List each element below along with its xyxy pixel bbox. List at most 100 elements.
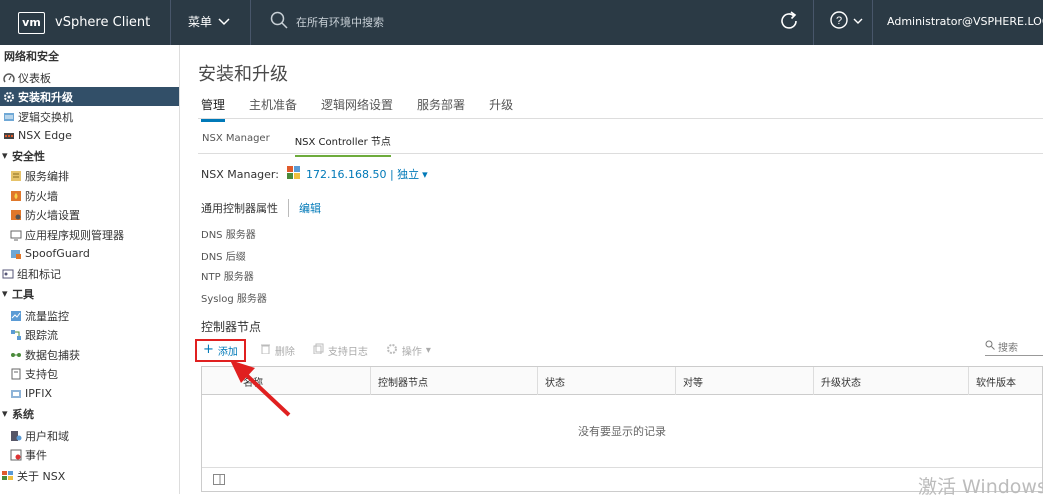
grid-search-input[interactable]: 搜索 bbox=[985, 338, 1043, 356]
divider bbox=[813, 0, 814, 45]
page-title: 安装和升级 bbox=[198, 64, 288, 85]
sidebar-item-firewall-settings[interactable]: 防火墙设置 bbox=[0, 205, 179, 224]
property-dns-suffix: DNS 后缀 bbox=[201, 252, 246, 263]
column-header-status[interactable]: 状态 bbox=[537, 367, 675, 395]
controller-properties-header: 通用控制器属性 编辑 bbox=[201, 199, 321, 217]
nsx-manager-icon bbox=[286, 166, 300, 182]
service-composer-icon bbox=[10, 170, 22, 182]
app-name[interactable]: vSphere Client bbox=[55, 15, 150, 30]
traceflow-icon bbox=[10, 329, 22, 341]
sidebar-section-title: 网络和安全 bbox=[4, 49, 59, 63]
grid-toolbar: + 添加 删除 支持日志 操作 ▾ bbox=[195, 338, 449, 362]
svg-text:?: ? bbox=[836, 15, 842, 27]
groups-icon bbox=[2, 268, 14, 280]
sidebar-group-security[interactable]: ▾ 安全性 bbox=[0, 146, 179, 165]
sidebar: 网络和安全 仪表板 安装和升级 逻辑交换机 NSX Edge ▾ 安全性 服务编… bbox=[0, 45, 180, 494]
sidebar-item-ipfix[interactable]: IPFIX bbox=[0, 384, 179, 403]
sidebar-item-events[interactable]: 事件 bbox=[0, 445, 179, 464]
sidebar-item-logical-switches[interactable]: 逻辑交换机 bbox=[0, 107, 179, 126]
chevron-down-icon: ▾ bbox=[2, 149, 8, 162]
column-header-name[interactable]: 名称 bbox=[236, 367, 370, 395]
about-icon bbox=[2, 470, 14, 482]
sidebar-item-spoofguard[interactable]: SpoofGuard bbox=[0, 244, 179, 263]
sidebar-item-firewall[interactable]: 防火墙 bbox=[0, 186, 179, 205]
sidebar-group-system[interactable]: ▾ 系统 bbox=[0, 404, 179, 423]
vmware-logo: vm bbox=[18, 11, 45, 34]
grid-search-placeholder: 搜索 bbox=[998, 343, 1018, 354]
firewall-icon bbox=[10, 190, 22, 202]
menu-button[interactable]: 菜单 bbox=[188, 13, 230, 30]
search-placeholder: 在所有环境中搜索 bbox=[296, 15, 384, 29]
user-menu[interactable]: Administrator@VSPHERE.LOCA bbox=[887, 15, 1043, 28]
spoofguard-icon bbox=[10, 248, 22, 260]
sidebar-item-about-nsx[interactable]: 关于 NSX bbox=[0, 466, 179, 485]
sidebar-item-packet-capture[interactable]: 数据包捕获 bbox=[0, 345, 179, 364]
chevron-down-icon[interactable]: ▾ bbox=[422, 168, 428, 181]
add-button[interactable]: + 添加 bbox=[195, 338, 246, 362]
dashboard-icon bbox=[3, 72, 15, 84]
nsx-manager-dropdown[interactable]: 172.16.168.50 | 独立 bbox=[306, 166, 419, 182]
divider bbox=[198, 118, 1043, 119]
copy-icon bbox=[313, 343, 324, 357]
help-icon: ? bbox=[829, 10, 849, 33]
column-header-upgrade-status[interactable]: 升级状态 bbox=[813, 367, 968, 395]
nsx-manager-selector: NSX Manager: 172.16.168.50 | 独立 ▾ bbox=[201, 166, 428, 182]
actions-button[interactable]: 操作 ▾ bbox=[386, 343, 431, 358]
chevron-down-icon: ▾ bbox=[425, 344, 431, 356]
divider bbox=[288, 199, 289, 217]
column-header-software-version[interactable]: 软件版本 bbox=[968, 367, 1043, 395]
property-ntp-servers: NTP 服务器 bbox=[201, 272, 254, 283]
sidebar-item-traceflow[interactable]: 跟踪流 bbox=[0, 325, 179, 344]
sidebar-item-service-composer[interactable]: 服务编排 bbox=[0, 166, 179, 185]
chevron-down-icon bbox=[218, 15, 230, 29]
divider bbox=[198, 153, 1043, 154]
support-bundle-icon bbox=[10, 368, 22, 380]
column-header-controller-node[interactable]: 控制器节点 bbox=[370, 367, 537, 395]
global-search[interactable]: 在所有环境中搜索 bbox=[270, 11, 384, 32]
edit-link[interactable]: 编辑 bbox=[299, 200, 321, 216]
sidebar-item-flow-monitoring[interactable]: 流量监控 bbox=[0, 306, 179, 325]
flow-monitor-icon bbox=[10, 310, 22, 322]
sidebar-item-groups-tags[interactable]: 组和标记 bbox=[0, 264, 179, 283]
sidebar-item-nsx-edge[interactable]: NSX Edge bbox=[0, 126, 179, 145]
refresh-icon[interactable] bbox=[778, 10, 800, 35]
support-log-button[interactable]: 支持日志 bbox=[313, 343, 368, 358]
controller-nodes-title: 控制器节点 bbox=[201, 320, 262, 334]
packet-capture-icon bbox=[10, 349, 22, 361]
sidebar-item-app-rule-manager[interactable]: 应用程序规则管理器 bbox=[0, 225, 179, 244]
ipfix-icon bbox=[10, 388, 22, 400]
divider bbox=[250, 0, 251, 45]
controller-nodes-grid: 名称 控制器节点 状态 对等 升级状态 软件版本 没有要显示的记录 bbox=[201, 366, 1043, 492]
menu-label: 菜单 bbox=[188, 15, 213, 29]
delete-button[interactable]: 删除 bbox=[260, 343, 295, 358]
controller-properties-label: 通用控制器属性 bbox=[201, 202, 278, 215]
users-icon bbox=[10, 430, 22, 442]
edge-icon bbox=[3, 130, 15, 142]
divider bbox=[872, 0, 873, 45]
property-dns-servers: DNS 服务器 bbox=[201, 230, 256, 241]
activation-watermark: 激活 Windows bbox=[918, 476, 1043, 498]
help-menu[interactable]: ? bbox=[829, 10, 863, 33]
empty-grid-message: 没有要显示的记录 bbox=[578, 425, 666, 438]
sidebar-item-support-bundle[interactable]: 支持包 bbox=[0, 364, 179, 383]
search-icon bbox=[985, 340, 995, 353]
column-header-peers[interactable]: 对等 bbox=[675, 367, 813, 395]
nsx-manager-label: NSX Manager: bbox=[201, 167, 279, 181]
grid-header: 名称 控制器节点 状态 对等 升级状态 软件版本 bbox=[202, 367, 1042, 395]
sidebar-group-tools[interactable]: ▾ 工具 bbox=[0, 284, 179, 303]
property-syslog-servers: Syslog 服务器 bbox=[201, 294, 267, 305]
sidebar-item-install-upgrade[interactable]: 安装和升级 bbox=[0, 87, 179, 106]
firewall-settings-icon bbox=[10, 209, 22, 221]
divider bbox=[170, 0, 171, 45]
sidebar-item-dashboard[interactable]: 仪表板 bbox=[0, 68, 179, 87]
events-icon bbox=[10, 449, 22, 461]
grid-footer bbox=[202, 467, 1042, 491]
sidebar-item-users-domains[interactable]: 用户和域 bbox=[0, 426, 179, 445]
plus-icon: + bbox=[203, 342, 214, 357]
chevron-down-icon: ▾ bbox=[2, 287, 8, 300]
app-rule-icon bbox=[10, 229, 22, 241]
chevron-down-icon bbox=[853, 15, 863, 28]
gear-icon bbox=[3, 91, 15, 103]
search-icon bbox=[270, 11, 288, 32]
column-toggle-icon[interactable] bbox=[213, 474, 225, 488]
